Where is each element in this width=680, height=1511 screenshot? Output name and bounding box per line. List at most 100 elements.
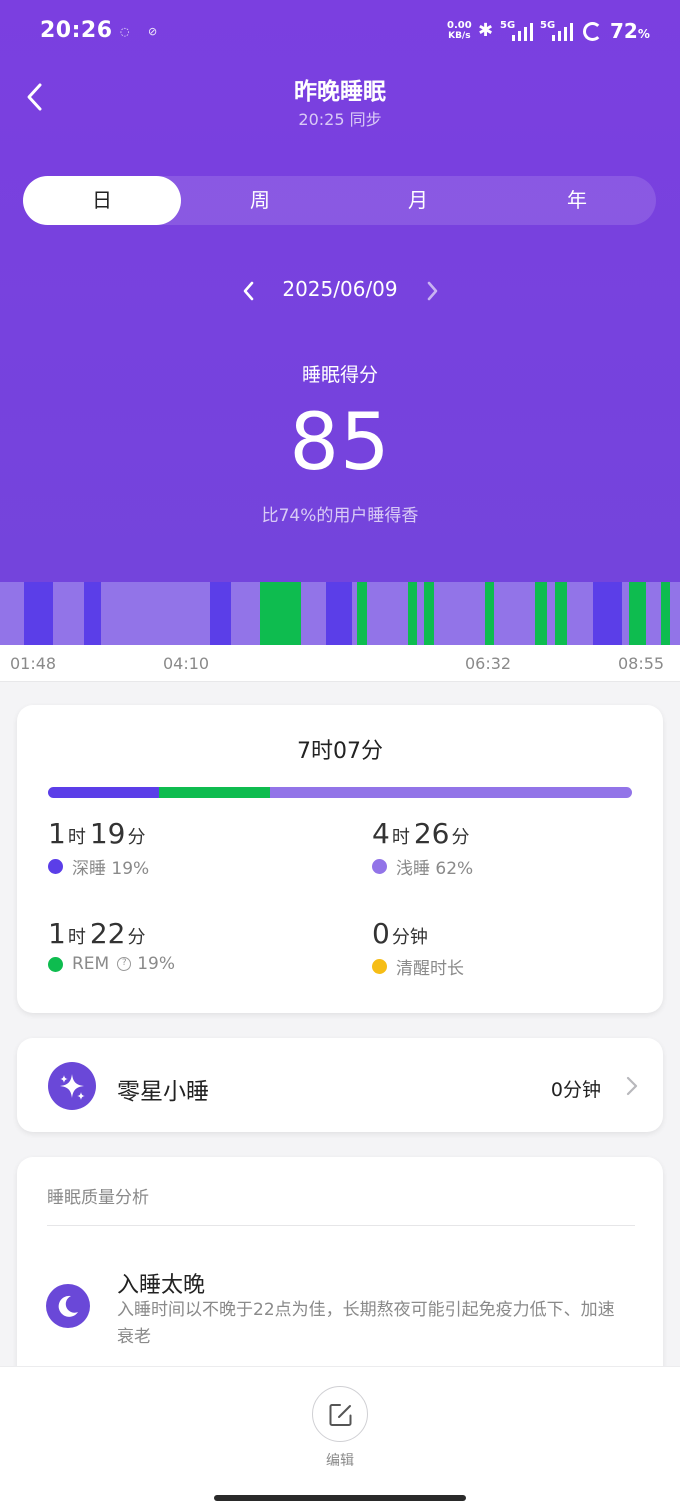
score-label: 睡眠得分 bbox=[301, 364, 378, 386]
timeline-segment-deep bbox=[84, 582, 101, 645]
timeline-segment-rem bbox=[260, 582, 301, 645]
timeline-segment-light bbox=[101, 582, 210, 645]
next-date-button[interactable] bbox=[421, 278, 443, 304]
sim2-network-type: 5G bbox=[540, 20, 556, 31]
awake-label: 清醒时长 bbox=[396, 959, 464, 979]
timeline-segment-light bbox=[417, 582, 424, 645]
deep-label: 深睡 19% bbox=[72, 859, 150, 879]
timeline-segment-rem bbox=[535, 582, 547, 645]
tab-week[interactable]: 周 bbox=[181, 176, 339, 225]
timeline-segment-deep bbox=[326, 582, 352, 645]
battery-ring-icon bbox=[583, 22, 602, 41]
timeline-segment-rem bbox=[661, 582, 670, 645]
stage-distribution-bar bbox=[48, 787, 632, 798]
period-tabs: 日 周 月 年 bbox=[23, 176, 656, 225]
rem-sleep-stat: 1 时 22 分 REM? 19% bbox=[48, 917, 176, 974]
sync-time: 20:25 同步 bbox=[298, 110, 382, 129]
bluetooth-icon: ✱ bbox=[478, 20, 494, 41]
timeline-segment-light bbox=[494, 582, 535, 645]
sync-icon: ⊘ bbox=[148, 25, 158, 38]
notification-icon: ◌ bbox=[120, 25, 130, 38]
hero-header: 20:26 ◌ ⊘ 0.00 KB/s ✱ 5G 5G 72% 昨晚睡眠 20:… bbox=[0, 0, 680, 582]
timeline-segment-rem bbox=[408, 582, 417, 645]
rem-hours: 1 bbox=[48, 917, 66, 950]
current-date: 2025/06/09 bbox=[282, 277, 398, 301]
quality-item-description: 入睡时间以不晚于22点为佳，长期熬夜可能引起免疫力低下、加速衰老 bbox=[117, 1300, 615, 1347]
edit-button[interactable] bbox=[312, 1386, 368, 1442]
rem-legend-dot bbox=[48, 956, 63, 972]
rem-percent: 19% bbox=[137, 954, 176, 974]
deep-legend-dot bbox=[48, 859, 63, 874]
timeline-segment-light bbox=[301, 582, 326, 645]
chevron-right-icon bbox=[427, 281, 438, 301]
timeline-segment-deep bbox=[210, 582, 231, 645]
light-sleep-stat: 4 时 26 分 浅睡 62% bbox=[372, 817, 474, 879]
chevron-right-icon bbox=[625, 1075, 639, 1097]
axis-label: 08:55 bbox=[618, 654, 665, 673]
bottom-bar: 编辑 bbox=[0, 1366, 680, 1511]
edit-icon bbox=[329, 1404, 352, 1426]
signal-icon-sim1: 5G bbox=[500, 20, 540, 42]
battery-level: 72% bbox=[610, 19, 650, 43]
status-time: 20:26 bbox=[40, 18, 113, 43]
help-icon[interactable]: ? bbox=[117, 957, 132, 971]
axis-label: 04:10 bbox=[163, 654, 210, 673]
timeline-segment-rem bbox=[424, 582, 434, 645]
distribution-deep bbox=[48, 787, 159, 798]
network-speed-value: 0.00 bbox=[447, 20, 472, 31]
network-speed: 0.00 KB/s bbox=[447, 20, 472, 42]
sleep-stage-timeline[interactable] bbox=[0, 582, 680, 645]
rem-minutes: 22 bbox=[89, 917, 126, 950]
timeline-segment-light bbox=[231, 582, 260, 645]
timeline-segment-deep bbox=[593, 582, 622, 645]
tab-month[interactable]: 月 bbox=[339, 176, 497, 225]
total-sleep-duration: 7时07分 bbox=[297, 739, 383, 764]
sleep-summary-card: 7时07分 1 时 19 分 深睡 19% 4 时 26 分 浅睡 62% 1 时 22 分 RE… bbox=[17, 705, 663, 1013]
deep-sleep-stat: 1 时 19 分 深睡 19% bbox=[48, 817, 150, 879]
score-comparison: 比74%的用户睡得香 bbox=[261, 506, 419, 526]
sim1-network-type: 5G bbox=[500, 20, 516, 31]
tab-day[interactable]: 日 bbox=[23, 176, 181, 225]
status-bar: 20:26 ◌ ⊘ 0.00 KB/s ✱ 5G 5G 72% bbox=[0, 0, 680, 64]
distribution-rem bbox=[158, 787, 270, 798]
network-speed-unit: KB/s bbox=[448, 31, 471, 41]
timeline-segment-light bbox=[0, 582, 24, 645]
nap-row[interactable]: 零星小睡 0分钟 bbox=[17, 1038, 663, 1132]
deep-minutes: 19 bbox=[89, 817, 126, 850]
nap-duration: 0分钟 bbox=[550, 1079, 601, 1101]
rem-label: REM bbox=[72, 954, 110, 974]
deep-hours: 1 bbox=[48, 817, 66, 850]
awake-stat: 0 分钟 清醒时长 bbox=[372, 917, 464, 979]
timeline-segment-light bbox=[567, 582, 593, 645]
signal-icon-sim2: 5G bbox=[540, 20, 580, 42]
axis-label: 06:32 bbox=[465, 654, 512, 673]
light-hours: 4 bbox=[372, 817, 390, 850]
timeline-segment-light bbox=[434, 582, 485, 645]
timeline-segment-light bbox=[547, 582, 555, 645]
timeline-segment-rem bbox=[357, 582, 367, 645]
timeline-segment-light bbox=[646, 582, 661, 645]
sparkle-icon bbox=[48, 1062, 96, 1110]
distribution-light bbox=[269, 787, 632, 798]
light-legend-dot bbox=[372, 859, 387, 874]
light-label: 浅睡 62% bbox=[396, 859, 474, 879]
timeline-segment-rem bbox=[485, 582, 494, 645]
moon-icon bbox=[46, 1284, 90, 1328]
timeline-segment-light bbox=[53, 582, 84, 645]
edit-label: 编辑 bbox=[326, 1453, 354, 1469]
timeline-segment-deep bbox=[24, 582, 53, 645]
awake-value: 0 bbox=[372, 917, 390, 950]
timeline-segment-light bbox=[622, 582, 629, 645]
awake-legend-dot bbox=[372, 959, 387, 974]
quality-section-title: 睡眠质量分析 bbox=[47, 1188, 149, 1208]
timeline-segment-light bbox=[670, 582, 680, 645]
home-indicator[interactable] bbox=[214, 1495, 466, 1501]
axis-label: 01:48 bbox=[10, 654, 57, 673]
timeline-segment-rem bbox=[555, 582, 567, 645]
timeline-segment-light bbox=[367, 582, 408, 645]
nap-label: 零星小睡 bbox=[117, 1079, 209, 1105]
divider bbox=[47, 1225, 635, 1226]
sleep-score: 85 bbox=[289, 398, 391, 488]
tab-year[interactable]: 年 bbox=[498, 176, 656, 225]
light-minutes: 26 bbox=[413, 817, 450, 850]
